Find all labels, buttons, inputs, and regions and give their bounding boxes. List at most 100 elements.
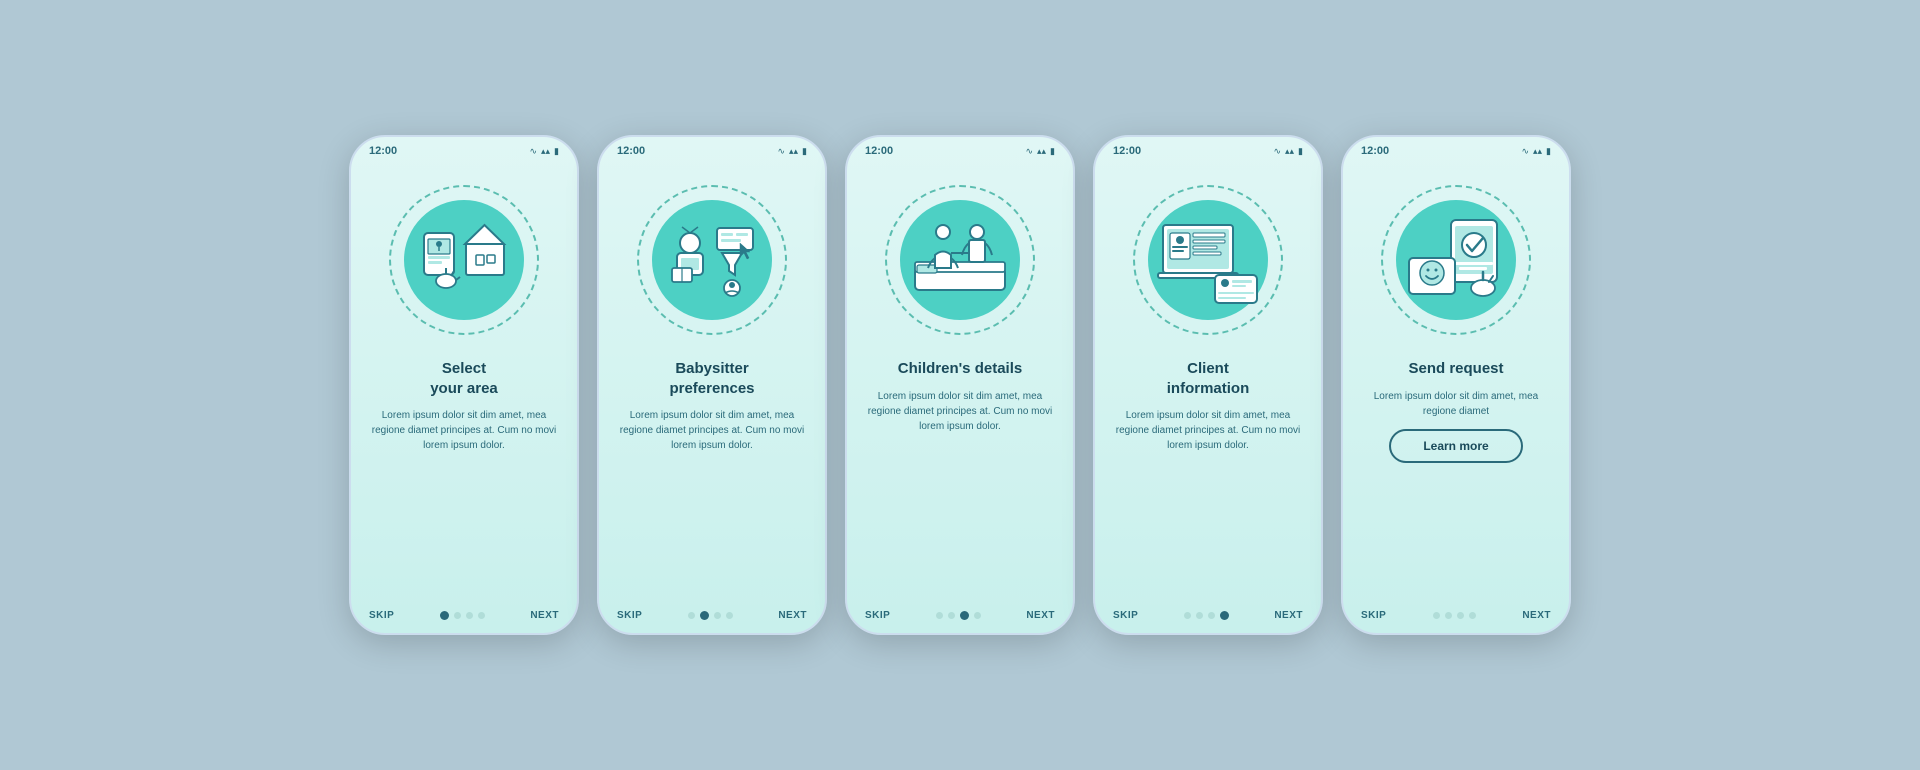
dots-2 <box>688 611 733 620</box>
phone-3: 12:00 ∿ ▴▴ ▮ <box>845 135 1075 635</box>
time-1: 12:00 <box>369 145 397 157</box>
skip-3[interactable]: SKIP <box>865 610 890 621</box>
title-1: Selectyour area <box>371 359 557 398</box>
skip-2[interactable]: SKIP <box>617 610 642 621</box>
signal-icon: ▴▴ <box>1285 146 1294 157</box>
next-3[interactable]: NEXT <box>1026 610 1055 621</box>
time-3: 12:00 <box>865 145 893 157</box>
illustration-2 <box>627 165 797 355</box>
area-icon <box>414 213 514 308</box>
dot-2-4 <box>726 612 733 619</box>
dot-2-1 <box>688 612 695 619</box>
circle-bg-2 <box>652 200 772 320</box>
bottom-nav-5: SKIP NEXT <box>1343 604 1569 633</box>
babysitter-icon <box>662 213 762 308</box>
next-5[interactable]: NEXT <box>1522 610 1551 621</box>
body-1: Lorem ipsum dolor sit dim amet, mea regi… <box>351 402 577 457</box>
title-area-3: Children's details <box>847 355 1073 383</box>
client-icon <box>1153 210 1263 310</box>
body-4: Lorem ipsum dolor sit dim amet, mea regi… <box>1095 402 1321 457</box>
next-2[interactable]: NEXT <box>778 610 807 621</box>
battery-icon: ▮ <box>1546 146 1551 157</box>
title-5: Send request <box>1363 359 1549 379</box>
dot-3-1 <box>936 612 943 619</box>
children-icon <box>905 210 1015 310</box>
battery-icon: ▮ <box>1298 146 1303 157</box>
phone-5: 12:00 ∿ ▴▴ ▮ <box>1341 135 1571 635</box>
status-bar-4: 12:00 ∿ ▴▴ ▮ <box>1095 137 1321 161</box>
circle-bg-5 <box>1396 200 1516 320</box>
title-area-2: Babysitterpreferences <box>599 355 825 402</box>
dot-4-1 <box>1184 612 1191 619</box>
next-4[interactable]: NEXT <box>1274 610 1303 621</box>
time-5: 12:00 <box>1361 145 1389 157</box>
wifi-icon: ∿ <box>1025 146 1033 157</box>
status-bar-5: 12:00 ∿ ▴▴ ▮ <box>1343 137 1569 161</box>
body-2: Lorem ipsum dolor sit dim amet, mea regi… <box>599 402 825 457</box>
dot-5-4 <box>1469 612 1476 619</box>
status-bar-1: 12:00 ∿ ▴▴ ▮ <box>351 137 577 161</box>
illustration-3 <box>875 165 1045 355</box>
phone-4: 12:00 ∿ ▴▴ ▮ <box>1093 135 1323 635</box>
dot-1-3 <box>466 612 473 619</box>
bottom-nav-1: SKIP NEXT <box>351 604 577 633</box>
dots-1 <box>440 611 485 620</box>
wifi-icon: ∿ <box>1273 146 1281 157</box>
title-4: Clientinformation <box>1115 359 1301 398</box>
time-2: 12:00 <box>617 145 645 157</box>
status-bar-2: 12:00 ∿ ▴▴ ▮ <box>599 137 825 161</box>
dots-4 <box>1184 611 1229 620</box>
status-bar-3: 12:00 ∿ ▴▴ ▮ <box>847 137 1073 161</box>
battery-icon: ▮ <box>1050 146 1055 157</box>
status-icons-2: ∿ ▴▴ ▮ <box>777 146 807 157</box>
bottom-nav-3: SKIP NEXT <box>847 604 1073 633</box>
signal-icon: ▴▴ <box>541 146 550 157</box>
dot-5-2 <box>1445 612 1452 619</box>
bottom-nav-4: SKIP NEXT <box>1095 604 1321 633</box>
dot-1-1 <box>440 611 449 620</box>
dot-4-3 <box>1208 612 1215 619</box>
dots-5 <box>1433 612 1476 619</box>
wifi-icon: ∿ <box>529 146 537 157</box>
signal-icon: ▴▴ <box>1533 146 1542 157</box>
illustration-4 <box>1123 165 1293 355</box>
dot-2-2 <box>700 611 709 620</box>
title-area-1: Selectyour area <box>351 355 577 402</box>
body-5: Lorem ipsum dolor sit dim amet, mea regi… <box>1343 383 1569 423</box>
illustration-1 <box>379 165 549 355</box>
dot-3-2 <box>948 612 955 619</box>
dot-3-4 <box>974 612 981 619</box>
battery-icon: ▮ <box>554 146 559 157</box>
status-icons-5: ∿ ▴▴ ▮ <box>1521 146 1551 157</box>
time-4: 12:00 <box>1113 145 1141 157</box>
skip-1[interactable]: SKIP <box>369 610 394 621</box>
dots-3 <box>936 611 981 620</box>
dot-3-3 <box>960 611 969 620</box>
next-1[interactable]: NEXT <box>530 610 559 621</box>
circle-bg-3 <box>900 200 1020 320</box>
wifi-icon: ∿ <box>777 146 785 157</box>
circle-bg-4 <box>1148 200 1268 320</box>
title-2: Babysitterpreferences <box>619 359 805 398</box>
title-area-4: Clientinformation <box>1095 355 1321 402</box>
dot-5-1 <box>1433 612 1440 619</box>
dot-1-4 <box>478 612 485 619</box>
dot-1-2 <box>454 612 461 619</box>
skip-4[interactable]: SKIP <box>1113 610 1138 621</box>
body-3: Lorem ipsum dolor sit dim amet, mea regi… <box>847 383 1073 438</box>
title-area-5: Send request <box>1343 355 1569 383</box>
learn-more-button[interactable]: Learn more <box>1389 429 1522 463</box>
phone-1: 12:00 ∿ ▴▴ ▮ <box>349 135 579 635</box>
skip-5[interactable]: SKIP <box>1361 610 1386 621</box>
phone-2: 12:00 ∿ ▴▴ ▮ <box>597 135 827 635</box>
status-icons-3: ∿ ▴▴ ▮ <box>1025 146 1055 157</box>
wifi-icon: ∿ <box>1521 146 1529 157</box>
dot-2-3 <box>714 612 721 619</box>
dot-4-2 <box>1196 612 1203 619</box>
bottom-nav-2: SKIP NEXT <box>599 604 825 633</box>
dot-4-4 <box>1220 611 1229 620</box>
signal-icon: ▴▴ <box>1037 146 1046 157</box>
signal-icon: ▴▴ <box>789 146 798 157</box>
status-icons-1: ∿ ▴▴ ▮ <box>529 146 559 157</box>
title-3: Children's details <box>867 359 1053 379</box>
